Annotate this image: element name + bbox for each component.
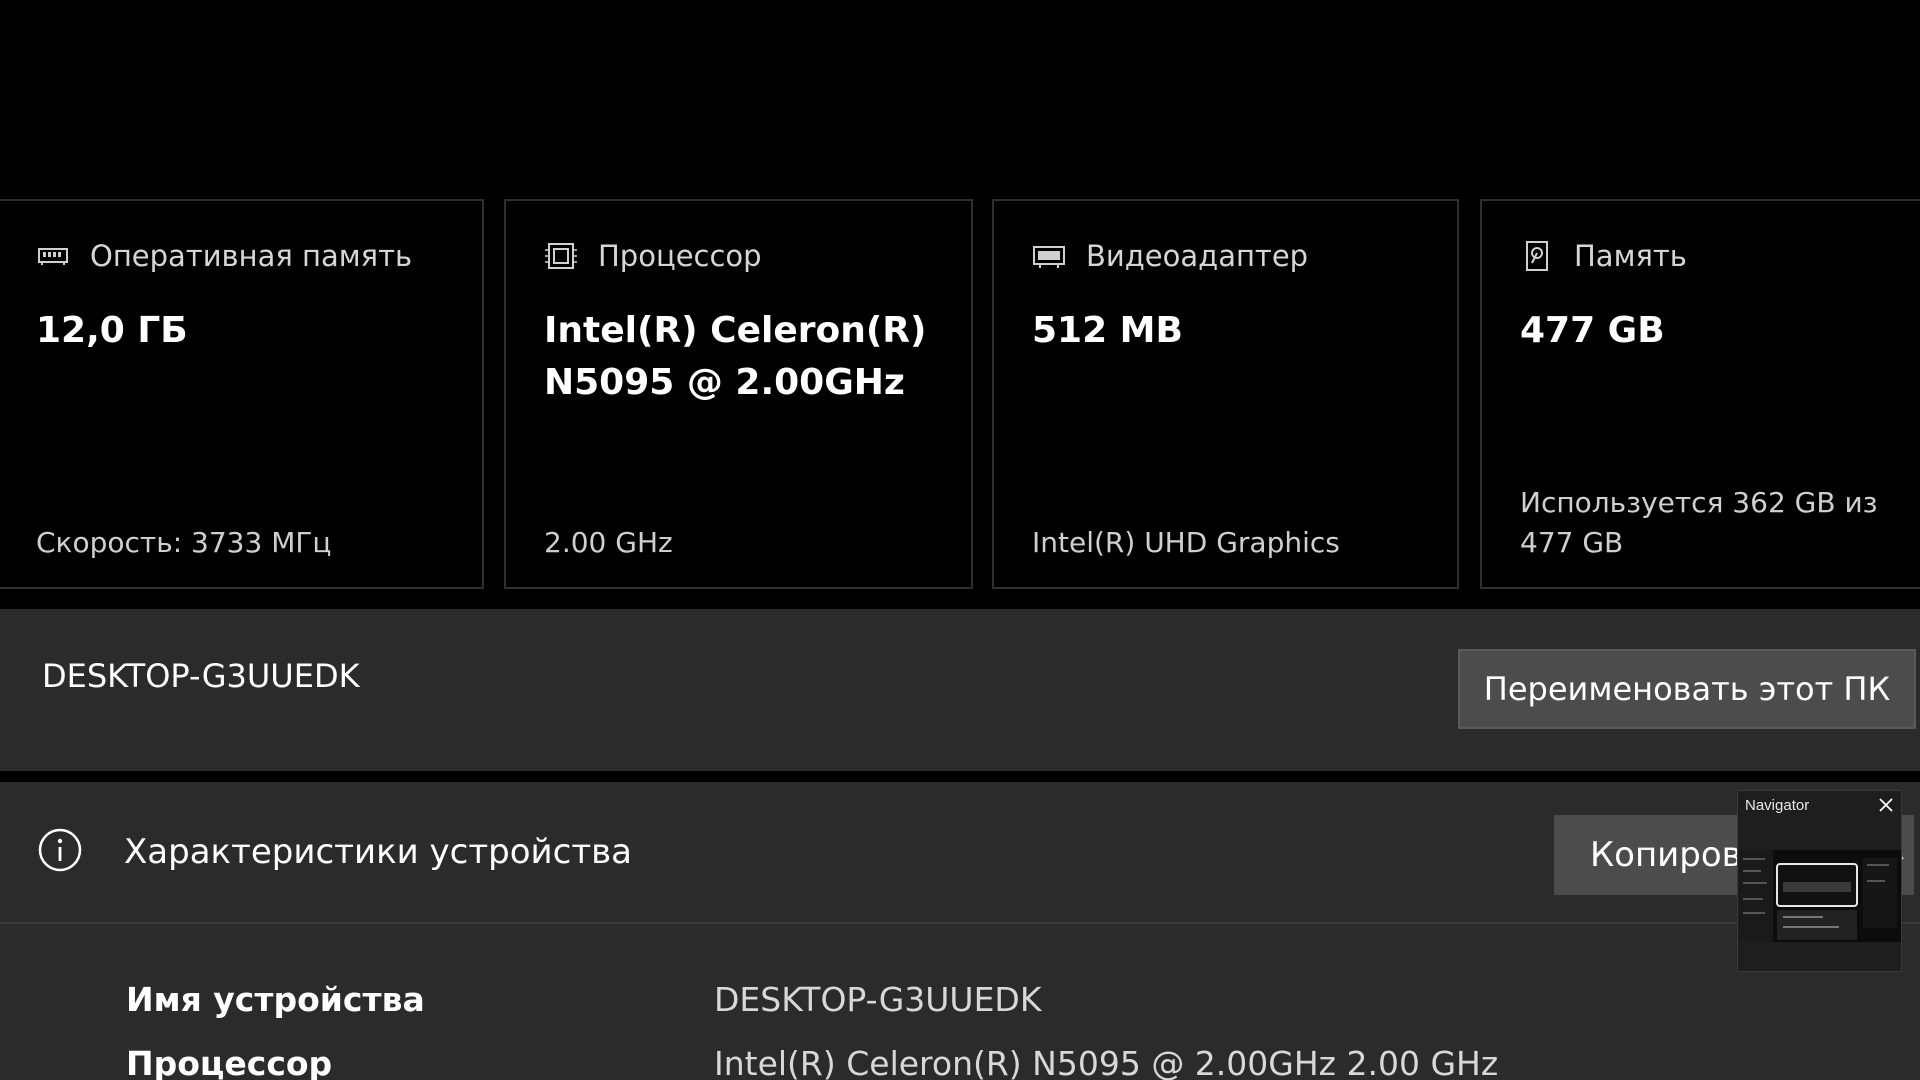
ram-icon [38,248,68,265]
graphics-card-title: Видеоадаптер [1086,239,1309,273]
pc-name-section: DESKTOP-G3UUEDK Переименовать этот ПК [0,609,1920,771]
storage-card-title: Память [1574,239,1687,273]
graphics-card-value: 512 MB [1032,310,1183,351]
graphics-card[interactable]: Видеоадаптер 512 MB Intel(R) UHD Graphic… [992,199,1459,589]
graphics-card-header: Видеоадаптер [1032,239,1308,273]
processor-card-footer: 2.00 GHz [544,526,673,559]
ram-card-title: Оперативная память [90,239,413,273]
navigator-panel[interactable]: Navigator [1737,790,1902,972]
navigator-thumbnail[interactable] [1739,850,1901,942]
pc-name-label: DESKTOP-G3UUEDK [42,657,360,695]
ram-card-value: 12,0 ГБ [36,310,188,351]
navigator-title: Navigator [1745,797,1810,814]
processor-card[interactable]: Процессор Intel(R) Celeron(R) N5095 @ 2.… [504,199,973,589]
processor-card-title: Процессор [598,239,762,273]
storage-card-value: 477 GB [1520,310,1665,351]
ram-card[interactable]: Оперативная память 12,0 ГБ Скорость: 373… [0,199,484,589]
navigator-preview-image [1739,850,1901,942]
storage-card-header: Память [1520,239,1687,273]
spec-value-processor: Intel(R) Celeron(R) N5095 @ 2.00GHz 2.00… [714,1044,1499,1080]
settings-about-page: Оперативная память 12,0 ГБ Скорость: 373… [0,0,1920,1080]
device-specs-title: Характеристики устройства [124,832,632,872]
ram-card-footer: Скорость: 3733 МГц [36,526,332,559]
device-specs-header[interactable]: Характеристики устройства Копировать [0,782,1920,924]
device-specs-section: Характеристики устройства Копировать Имя… [0,782,1920,1080]
spec-value-device-name: DESKTOP-G3UUEDK [714,980,1042,1019]
ram-card-header: Оперативная память [36,239,412,273]
storage-card[interactable]: Память 477 GB Используется 362 GB из 477… [1480,199,1920,589]
spec-label-device-name: Имя устройства [126,980,425,1019]
graphics-card-icon [1033,246,1065,268]
info-icon [38,828,82,872]
storage-card-footer: Используется 362 GB из 477 GB [1520,486,1878,559]
close-icon[interactable] [1877,796,1895,814]
storage-drive-icon [1526,241,1548,271]
processor-card-value: Intel(R) Celeron(R) N5095 @ 2.00GHz [544,310,927,403]
processor-chip-icon [545,243,577,269]
graphics-card-footer: Intel(R) UHD Graphics [1032,526,1340,559]
spec-row-processor: Процессор Intel(R) Celeron(R) N5095 @ 2.… [0,1044,1920,1080]
processor-card-header: Процессор [544,239,762,273]
spec-label-processor: Процессор [126,1044,333,1080]
spec-row-device-name: Имя устройства DESKTOP-G3UUEDK [0,980,1920,1040]
rename-pc-button[interactable]: Переименовать этот ПК [1458,649,1916,729]
